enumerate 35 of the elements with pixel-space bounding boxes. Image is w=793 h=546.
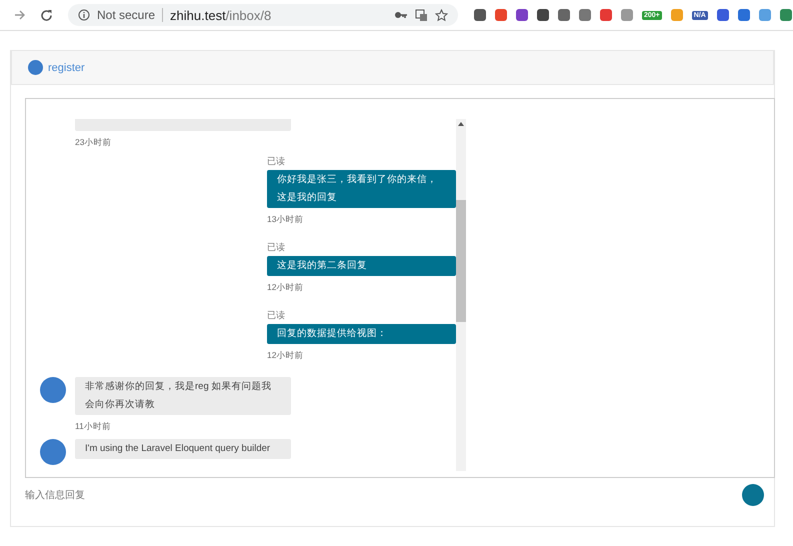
message-bubble: 非常感谢你的回复，我是reg 如果有问题我会向你再次请教 <box>75 377 291 415</box>
timestamp: 23小时前 <box>75 137 112 149</box>
avatar-icon <box>28 60 43 75</box>
extension-icon[interactable] <box>579 9 591 21</box>
extension-icon[interactable] <box>537 9 549 21</box>
read-status: 已读 <box>267 155 285 168</box>
extension-icon[interactable] <box>738 9 750 21</box>
timestamp: 11小时前 <box>75 421 112 433</box>
send-button[interactable] <box>742 484 764 506</box>
message-bubble: I'm using the Laravel Eloquent query builder <box>75 439 291 459</box>
timestamp: 13小时前 <box>267 214 304 226</box>
extension-icon[interactable] <box>716 9 729 21</box>
user-link[interactable]: register <box>48 62 85 74</box>
timestamp: 12小时前 <box>267 350 304 362</box>
extension-icon[interactable] <box>516 9 528 21</box>
timestamp: 12小时前 <box>267 282 304 294</box>
url-text: zhihu.test/inbox/8 <box>170 8 272 22</box>
avatar-icon <box>40 439 66 465</box>
message-bubble: 你好我是张三，我看到了你的来信，这是我的回复 <box>267 170 456 208</box>
extension-icon[interactable] <box>558 9 570 21</box>
read-status: 已读 <box>267 309 285 322</box>
scroll-up-arrow-icon[interactable] <box>458 122 464 126</box>
extension-icon[interactable] <box>780 9 792 21</box>
message-bubble: 这是我的第二条回复 <box>267 256 456 276</box>
read-status: 已读 <box>267 241 285 254</box>
message-bubble: 回复的数据提供给视图： <box>267 324 456 344</box>
security-label: Not secure <box>97 8 156 22</box>
scrollbar[interactable] <box>456 119 466 471</box>
extension-icon[interactable] <box>474 9 486 21</box>
extension-icon[interactable] <box>600 9 612 21</box>
avatar-icon <box>40 377 66 403</box>
info-icon <box>78 9 90 21</box>
star-icon[interactable] <box>435 8 448 22</box>
key-icon[interactable] <box>394 10 408 20</box>
address-bar[interactable]: Not secure zhihu.test/inbox/8 <box>68 4 458 26</box>
